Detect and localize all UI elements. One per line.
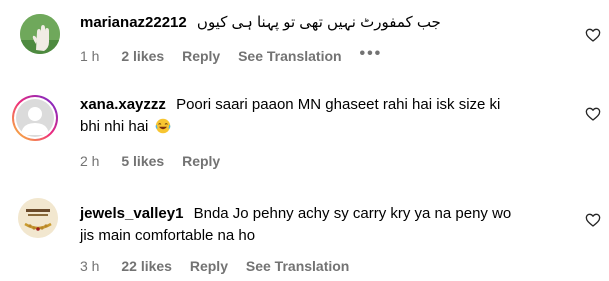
comment-item: jewels_valley1 Bnda Jo pehny achy sy car… bbox=[0, 184, 609, 281]
avatar[interactable] bbox=[20, 14, 60, 54]
heart-icon[interactable] bbox=[585, 212, 601, 228]
heart-icon[interactable] bbox=[585, 27, 601, 43]
comment-time: 2 h bbox=[80, 153, 100, 169]
comment-text-continued: jis main comfortable na ho bbox=[80, 227, 256, 244]
comment-likes[interactable]: 2 likes bbox=[121, 48, 164, 64]
default-user-icon bbox=[21, 107, 49, 135]
comment-time: 3 h bbox=[80, 258, 100, 274]
comment-text: Bnda Jo pehny achy sy carry kry ya na pe… bbox=[193, 205, 512, 222]
see-translation-button[interactable]: See Translation bbox=[246, 258, 349, 274]
comment-username[interactable]: xana.xayzzz bbox=[80, 96, 166, 113]
heart-icon[interactable] bbox=[585, 106, 601, 122]
comment-username[interactable]: marianaz22212 bbox=[80, 14, 187, 31]
more-options-icon[interactable]: ••• bbox=[359, 45, 382, 63]
comment-text: Poori saari paaon MN ghaseet rahi hai is… bbox=[176, 96, 501, 113]
hand-photo-icon bbox=[20, 14, 60, 54]
reply-button[interactable]: Reply bbox=[182, 48, 220, 64]
see-translation-button[interactable]: See Translation bbox=[238, 48, 341, 64]
comment-meta: 2 h 5 likes Reply bbox=[80, 152, 234, 170]
comment-likes[interactable]: 22 likes bbox=[121, 258, 172, 274]
reply-button[interactable]: Reply bbox=[182, 153, 220, 169]
comment-meta: 3 h 22 likes Reply See Translation bbox=[80, 257, 363, 275]
comment-likes[interactable]: 5 likes bbox=[121, 153, 164, 169]
jewelry-logo-icon bbox=[18, 198, 58, 238]
comment-text-continued: bhi nhi hai bbox=[80, 118, 149, 135]
comment-meta: 1 h 2 likes Reply See Translation ••• bbox=[80, 45, 382, 66]
comment-username[interactable]: jewels_valley1 bbox=[80, 205, 183, 222]
comment-item: marianaz22212 جب کمفورٹ نہیں تھی تو پہنا… bbox=[0, 0, 609, 86]
reply-button[interactable]: Reply bbox=[190, 258, 228, 274]
avatar[interactable] bbox=[12, 95, 58, 141]
avatar[interactable] bbox=[18, 198, 58, 238]
comments-list: marianaz22212 جب کمفورٹ نہیں تھی تو پہنا… bbox=[0, 0, 609, 281]
comment-item: xana.xayzzz Poori saari paaon MN ghaseet… bbox=[0, 86, 609, 184]
comment-time: 1 h bbox=[80, 48, 100, 64]
laughing-emoji-icon bbox=[155, 118, 170, 134]
comment-text: جب کمفورٹ نہیں تھی تو پہنا ہی کیوں bbox=[196, 14, 441, 31]
